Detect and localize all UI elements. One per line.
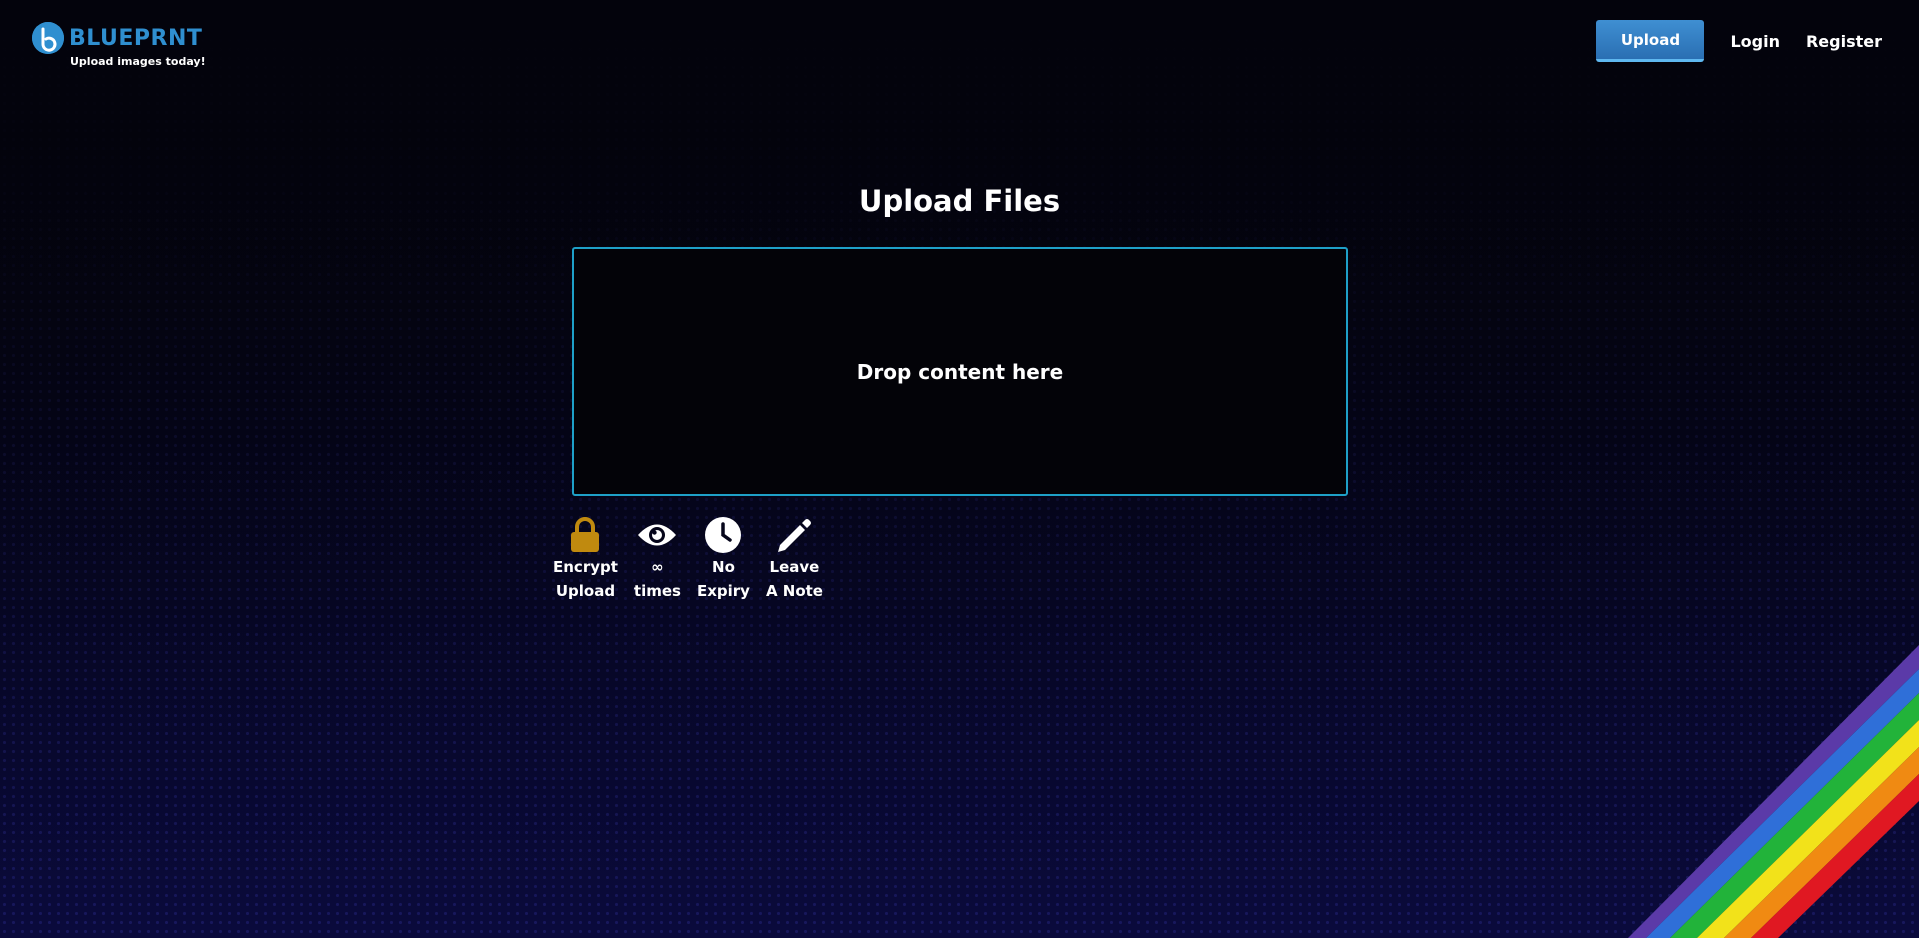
rainbow-stripe-purple xyxy=(1628,645,1919,938)
login-link[interactable]: Login xyxy=(1730,32,1780,51)
option-label: A Note xyxy=(765,582,823,600)
rainbow-stripe-blue xyxy=(1646,669,1919,938)
rainbow-stripe-yellow xyxy=(1697,720,1919,938)
encrypt-upload-option[interactable]: Encrypt Upload xyxy=(553,515,618,603)
option-label: Expiry xyxy=(696,582,750,600)
rainbow-stripe-red xyxy=(1751,774,1919,938)
option-label: Leave xyxy=(769,558,820,576)
view-count-option[interactable]: ∞ times xyxy=(634,515,681,603)
option-label: times xyxy=(633,582,681,600)
file-dropzone[interactable]: Drop content here xyxy=(572,247,1348,496)
register-link[interactable]: Register xyxy=(1806,32,1882,51)
page-title: Upload Files xyxy=(858,184,1061,218)
pencil-icon xyxy=(774,515,814,555)
rainbow-stripes-decoration xyxy=(1628,645,1919,938)
upload-button[interactable]: Upload xyxy=(1596,20,1705,62)
lock-icon xyxy=(568,515,602,555)
clock-icon xyxy=(704,515,742,555)
leave-note-option[interactable]: Leave A Note xyxy=(766,515,823,603)
upload-options: Encrypt Upload ∞ times No Expiry Leave A… xyxy=(553,515,839,603)
option-label: Upload xyxy=(555,582,616,600)
rainbow-stripe-orange xyxy=(1724,747,1919,938)
brand-name: BLUEPRNT xyxy=(69,26,203,51)
option-label: Encrypt xyxy=(553,558,618,576)
dropzone-text: Drop content here xyxy=(856,359,1064,384)
expiry-option[interactable]: No Expiry xyxy=(697,515,750,603)
rainbow-stripe-green xyxy=(1670,693,1919,938)
brand-tagline: Upload images today! xyxy=(70,55,206,68)
b-letter-icon xyxy=(32,22,64,54)
eye-icon xyxy=(636,515,678,555)
option-label: ∞ xyxy=(651,558,664,576)
top-nav: Upload Login Register xyxy=(1596,20,1882,62)
option-label: No xyxy=(712,558,735,576)
